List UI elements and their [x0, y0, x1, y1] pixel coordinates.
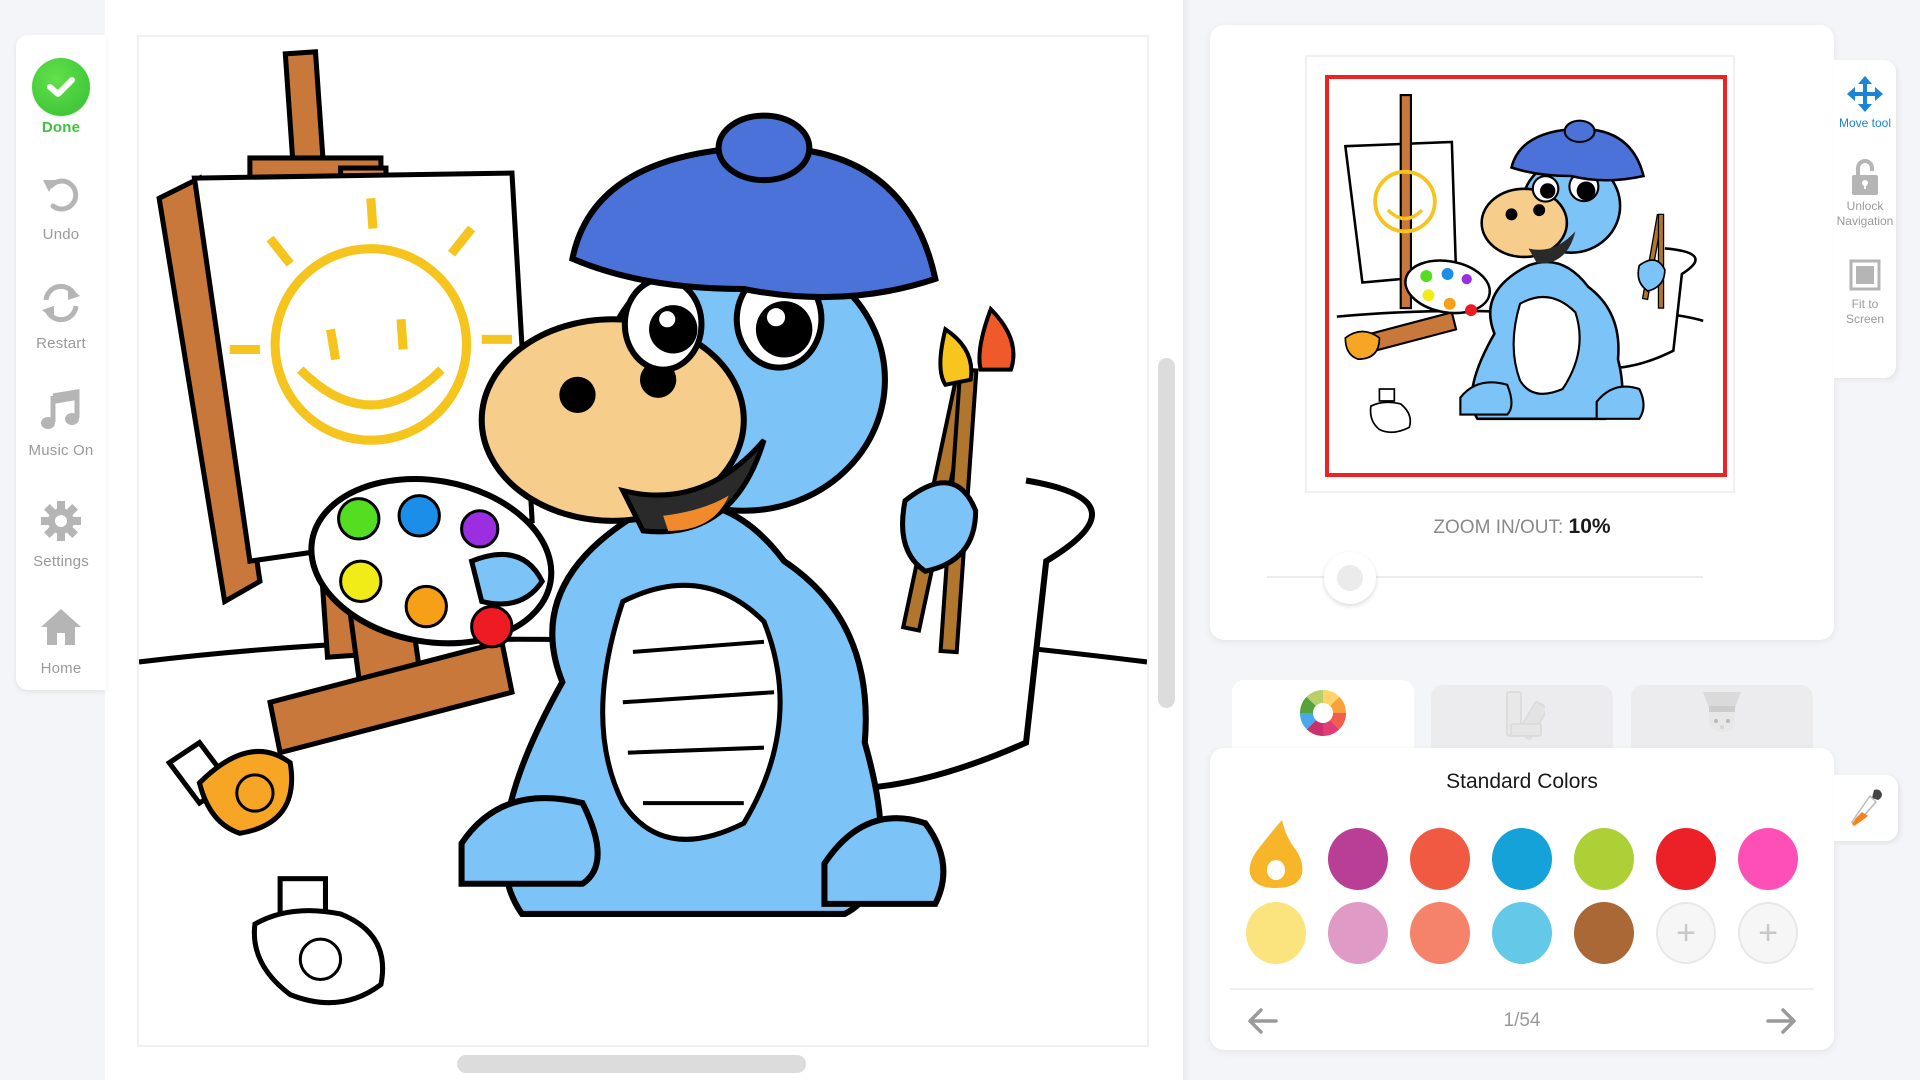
color-swatch[interactable] [1492, 828, 1552, 890]
navigator-preview[interactable] [1305, 55, 1735, 493]
eyedropper-button[interactable] [1834, 775, 1898, 841]
gear-icon [31, 491, 91, 551]
panel-divider [1183, 0, 1191, 1080]
settings-button[interactable]: Settings [16, 491, 106, 570]
zoom-label-text: ZOOM IN/OUT: [1433, 517, 1564, 538]
swatch-grid: + + [1246, 820, 1798, 964]
fit-screen-icon [1845, 255, 1885, 295]
color-swatch[interactable] [1410, 828, 1470, 890]
color-palette-panel: Standard Colors + + 1/54 [1210, 748, 1834, 1050]
chef-hat-icon [1699, 690, 1745, 745]
home-icon [31, 598, 91, 658]
tab-textures[interactable] [1631, 685, 1813, 749]
home-label: Home [40, 660, 82, 677]
settings-label: Settings [33, 553, 89, 570]
vertical-scrollbar[interactable] [1158, 358, 1175, 708]
done-label: Done [41, 119, 81, 136]
tab-swatches[interactable] [1431, 685, 1613, 749]
left-sidebar: Done Undo Restart Music On Settings Home [16, 35, 106, 690]
zoom-readout: ZOOM IN/OUT: 10% [1210, 515, 1834, 539]
next-page-button[interactable] [1764, 1006, 1798, 1036]
navigation-tools: Move tool Unlock Navigation Fit to Scree… [1834, 60, 1896, 378]
move-tool-button[interactable]: Move tool [1839, 74, 1891, 131]
undo-icon [31, 164, 91, 224]
palette-title: Standard Colors [1446, 770, 1598, 793]
selected-color-swatch[interactable] [1246, 820, 1306, 890]
page-indicator: 1/54 [1503, 1010, 1541, 1031]
color-swatch[interactable] [1574, 902, 1634, 964]
swatch-book-icon [1499, 690, 1549, 745]
color-swatch[interactable] [1246, 902, 1306, 964]
restart-icon [31, 273, 91, 333]
restart-button[interactable]: Restart [16, 273, 106, 352]
music-note-icon [31, 380, 91, 440]
color-wheel-icon [1298, 688, 1348, 743]
canvas-area[interactable] [105, 0, 1185, 1080]
fit-to-screen-label: Fit to Screen [1845, 297, 1885, 326]
color-swatch[interactable] [1328, 828, 1388, 890]
color-swatch[interactable] [1328, 902, 1388, 964]
paint-drop-icon [1249, 820, 1303, 888]
move-tool-label: Move tool [1838, 116, 1892, 130]
color-swatch[interactable] [1574, 828, 1634, 890]
fit-to-screen-button[interactable]: Fit to Screen [1840, 255, 1890, 327]
music-button[interactable]: Music On [16, 380, 106, 459]
color-swatch[interactable] [1656, 828, 1716, 890]
home-button[interactable]: Home [16, 598, 106, 677]
move-arrows-icon [1845, 74, 1885, 114]
unlock-navigation-label: Unlock Navigation [1836, 199, 1894, 228]
eyedropper-icon [1851, 789, 1882, 826]
navigator-panel: ZOOM IN/OUT: 10% [1210, 25, 1834, 640]
unlock-navigation-button[interactable]: Unlock Navigation [1834, 157, 1896, 229]
restart-label: Restart [36, 335, 86, 352]
unlock-icon [1845, 157, 1885, 197]
horizontal-scrollbar[interactable] [457, 1055, 806, 1073]
artwork-illustration[interactable] [139, 37, 1147, 1045]
zoom-value: 10% [1568, 515, 1611, 538]
done-button[interactable]: Done [16, 57, 106, 136]
undo-label: Undo [42, 226, 80, 243]
color-swatch[interactable] [1410, 902, 1470, 964]
undo-button[interactable]: Undo [16, 164, 106, 243]
color-swatch[interactable] [1492, 902, 1552, 964]
color-swatch[interactable] [1738, 828, 1798, 890]
zoom-slider-thumb[interactable] [1323, 552, 1376, 604]
add-color-button[interactable]: + [1738, 902, 1798, 964]
music-label: Music On [28, 442, 94, 459]
palette-pager: 1/54 [1210, 1000, 1834, 1040]
add-color-button[interactable]: + [1656, 902, 1716, 964]
viewport-indicator[interactable] [1325, 75, 1727, 477]
checkmark-icon [32, 58, 90, 116]
drawing-canvas[interactable] [137, 35, 1149, 1047]
palette-divider [1230, 988, 1814, 990]
arrow-right-icon [1766, 1008, 1796, 1034]
